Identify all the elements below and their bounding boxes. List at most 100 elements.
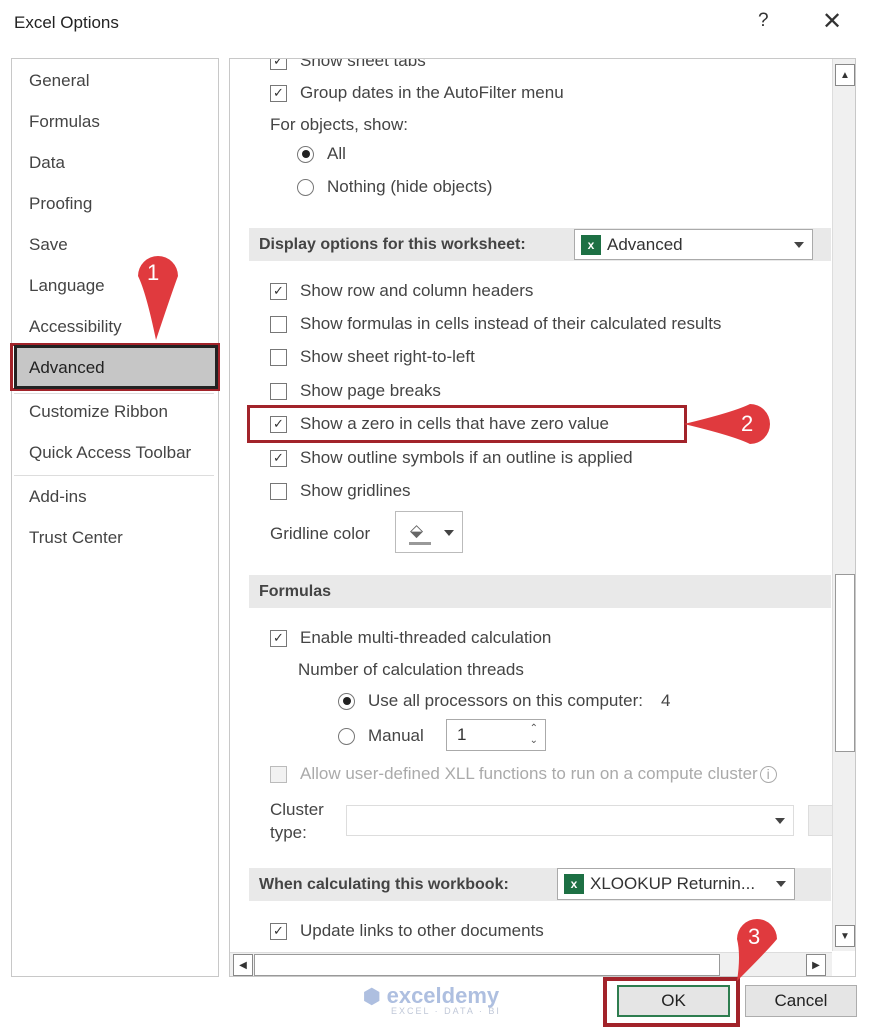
checkbox[interactable] (270, 482, 287, 500)
scroll-down-icon[interactable]: ▼ (835, 925, 855, 947)
workbook-dropdown[interactable]: x XLOOKUP Returnin... (557, 868, 795, 900)
sidebar-item-language[interactable]: Language (29, 276, 105, 296)
cluster-label: Cluster (270, 800, 324, 819)
callout-1-label: 1 (147, 260, 160, 285)
divider (14, 393, 214, 394)
checkbox[interactable]: ✓ (270, 59, 287, 70)
label: Show sheet right-to-left (300, 347, 475, 366)
scroll-right-icon[interactable]: ▶ (806, 954, 826, 976)
scroll-thumb[interactable] (254, 954, 720, 976)
gridline-color-button[interactable]: ⬙ (395, 511, 463, 553)
callout-2 (684, 404, 770, 444)
callout-3-label: 3 (748, 924, 761, 949)
label: Nothing (hide objects) (327, 177, 493, 196)
manual-radio[interactable]: Manual (338, 726, 424, 746)
scroll-up-icon[interactable]: ▲ (835, 64, 855, 86)
checkbox[interactable]: ✓ (270, 629, 287, 647)
show-page-breaks-checkbox[interactable]: Show page breaks (270, 381, 441, 401)
exceldemy-watermark: ⬢ exceldemy EXCEL · DATA · BI (363, 983, 501, 1016)
color-swatch (409, 542, 431, 545)
radio[interactable] (338, 692, 355, 710)
objects-nothing-radio[interactable]: Nothing (hide objects) (297, 177, 492, 197)
scroll-thumb[interactable] (835, 574, 855, 752)
checkbox[interactable]: ✓ (270, 415, 287, 433)
cluster-type-dropdown[interactable] (346, 805, 794, 836)
objects-label: For objects, show: (270, 115, 408, 134)
chevron-down-icon (794, 241, 804, 248)
section-formulas: Formulas (249, 575, 831, 608)
sidebar-item-add-ins[interactable]: Add-ins (29, 487, 87, 507)
show-right-to-left-checkbox[interactable]: Show sheet right-to-left (270, 347, 475, 367)
sidebar-item-accessibility[interactable]: Accessibility (29, 317, 122, 337)
sidebar-item-data[interactable]: Data (29, 153, 65, 173)
show-gridlines-checkbox[interactable]: Show gridlines (270, 481, 411, 501)
divider (14, 475, 214, 476)
label: Manual (368, 726, 424, 745)
dialog-title: Excel Options (14, 13, 119, 32)
vertical-scrollbar[interactable]: ▲ ▼ (832, 59, 855, 951)
multithread-checkbox[interactable]: ✓ Enable multi-threaded calculation (270, 628, 551, 648)
sidebar: General Formulas Data Proofing Save Lang… (10, 58, 220, 977)
radio[interactable] (338, 727, 355, 745)
show-formulas-checkbox[interactable]: Show formulas in cells instead of their … (270, 314, 721, 334)
callout-1 (138, 256, 178, 340)
label: Use all processors on this computer: (368, 691, 643, 710)
use-all-processors-radio[interactable]: Use all processors on this computer: 4 (338, 691, 670, 711)
paint-bucket-icon: ⬙ (410, 521, 424, 540)
label: Allow user-defined XLL functions to run … (300, 764, 758, 783)
callout-2-label: 2 (741, 411, 754, 436)
checkbox[interactable] (270, 765, 287, 783)
label: Enable multi-threaded calculation (300, 628, 552, 647)
stepper-arrows-icon[interactable]: ⌃ ⌄ (530, 723, 538, 747)
chevron-down-icon (775, 817, 785, 824)
label: Show row and column headers (300, 281, 534, 300)
checkbox[interactable]: ✓ (270, 449, 287, 467)
stepper-value: 1 (457, 725, 467, 744)
manual-threads-stepper[interactable]: 1 ⌃ ⌄ (446, 719, 546, 751)
excel-sheet-icon: x (581, 234, 601, 255)
sidebar-item-trust-center[interactable]: Trust Center (29, 528, 123, 548)
objects-all-radio[interactable]: All (297, 144, 346, 164)
sidebar-item-formulas[interactable]: Formulas (29, 112, 100, 132)
radio[interactable] (297, 178, 314, 196)
sidebar-item-proofing[interactable]: Proofing (29, 194, 92, 214)
label: Show gridlines (300, 481, 411, 500)
checkbox[interactable]: ✓ (270, 282, 287, 300)
show-sheet-tabs-checkbox[interactable]: ✓ Show sheet tabs (270, 59, 426, 71)
excel-icon: x (564, 874, 584, 894)
group-dates-checkbox[interactable]: ✓ Group dates in the AutoFilter menu (270, 83, 564, 103)
worksheet-dropdown[interactable]: x Advanced (574, 229, 813, 260)
show-outline-checkbox[interactable]: ✓ Show outline symbols if an outline is a… (270, 448, 633, 468)
checkbox[interactable]: ✓ (270, 84, 287, 102)
update-links-checkbox[interactable]: ✓ Update links to other documents (270, 921, 544, 941)
gridline-color-label: Gridline color (270, 524, 371, 543)
sidebar-item-general[interactable]: General (29, 71, 89, 91)
checkbox[interactable]: ✓ (270, 922, 287, 940)
checkbox[interactable] (270, 382, 287, 400)
options-panel: ✓ Show sheet tabs ✓ Group dates in the Aut… (229, 58, 856, 977)
sidebar-item-advanced[interactable]: Advanced (29, 358, 105, 378)
label: Group dates in the AutoFilter menu (300, 83, 564, 102)
chevron-down-icon (444, 530, 454, 536)
close-button[interactable]: ✕ (822, 7, 842, 36)
cluster-type-label: type: (270, 823, 307, 842)
label: Show formulas in cells instead of their … (300, 314, 722, 333)
sidebar-item-quick-access-toolbar[interactable]: Quick Access Toolbar (29, 443, 191, 463)
label: Show a zero in cells that have zero valu… (300, 414, 610, 433)
help-button[interactable]: ? (758, 10, 769, 32)
dropdown-value: Advanced (607, 234, 683, 254)
show-headers-checkbox[interactable]: ✓ Show row and column headers (270, 281, 533, 301)
checkbox[interactable] (270, 348, 287, 366)
label: Show outline symbols if an outline is ap… (300, 448, 633, 467)
cancel-button[interactable]: Cancel (745, 985, 857, 1017)
scroll-left-icon[interactable]: ◀ (233, 954, 253, 976)
sidebar-item-customize-ribbon[interactable]: Customize Ribbon (29, 402, 168, 422)
dropdown-value: XLOOKUP Returnin... (590, 874, 756, 893)
radio[interactable] (297, 145, 314, 163)
sidebar-item-save[interactable]: Save (29, 235, 68, 255)
xll-checkbox[interactable]: Allow user-defined XLL functions to run … (270, 764, 777, 784)
checkbox[interactable] (270, 315, 287, 333)
label: Show page breaks (300, 381, 441, 400)
show-zero-checkbox[interactable]: ✓ Show a zero in cells that have zero val… (270, 414, 609, 434)
ok-button[interactable]: OK (617, 985, 730, 1017)
